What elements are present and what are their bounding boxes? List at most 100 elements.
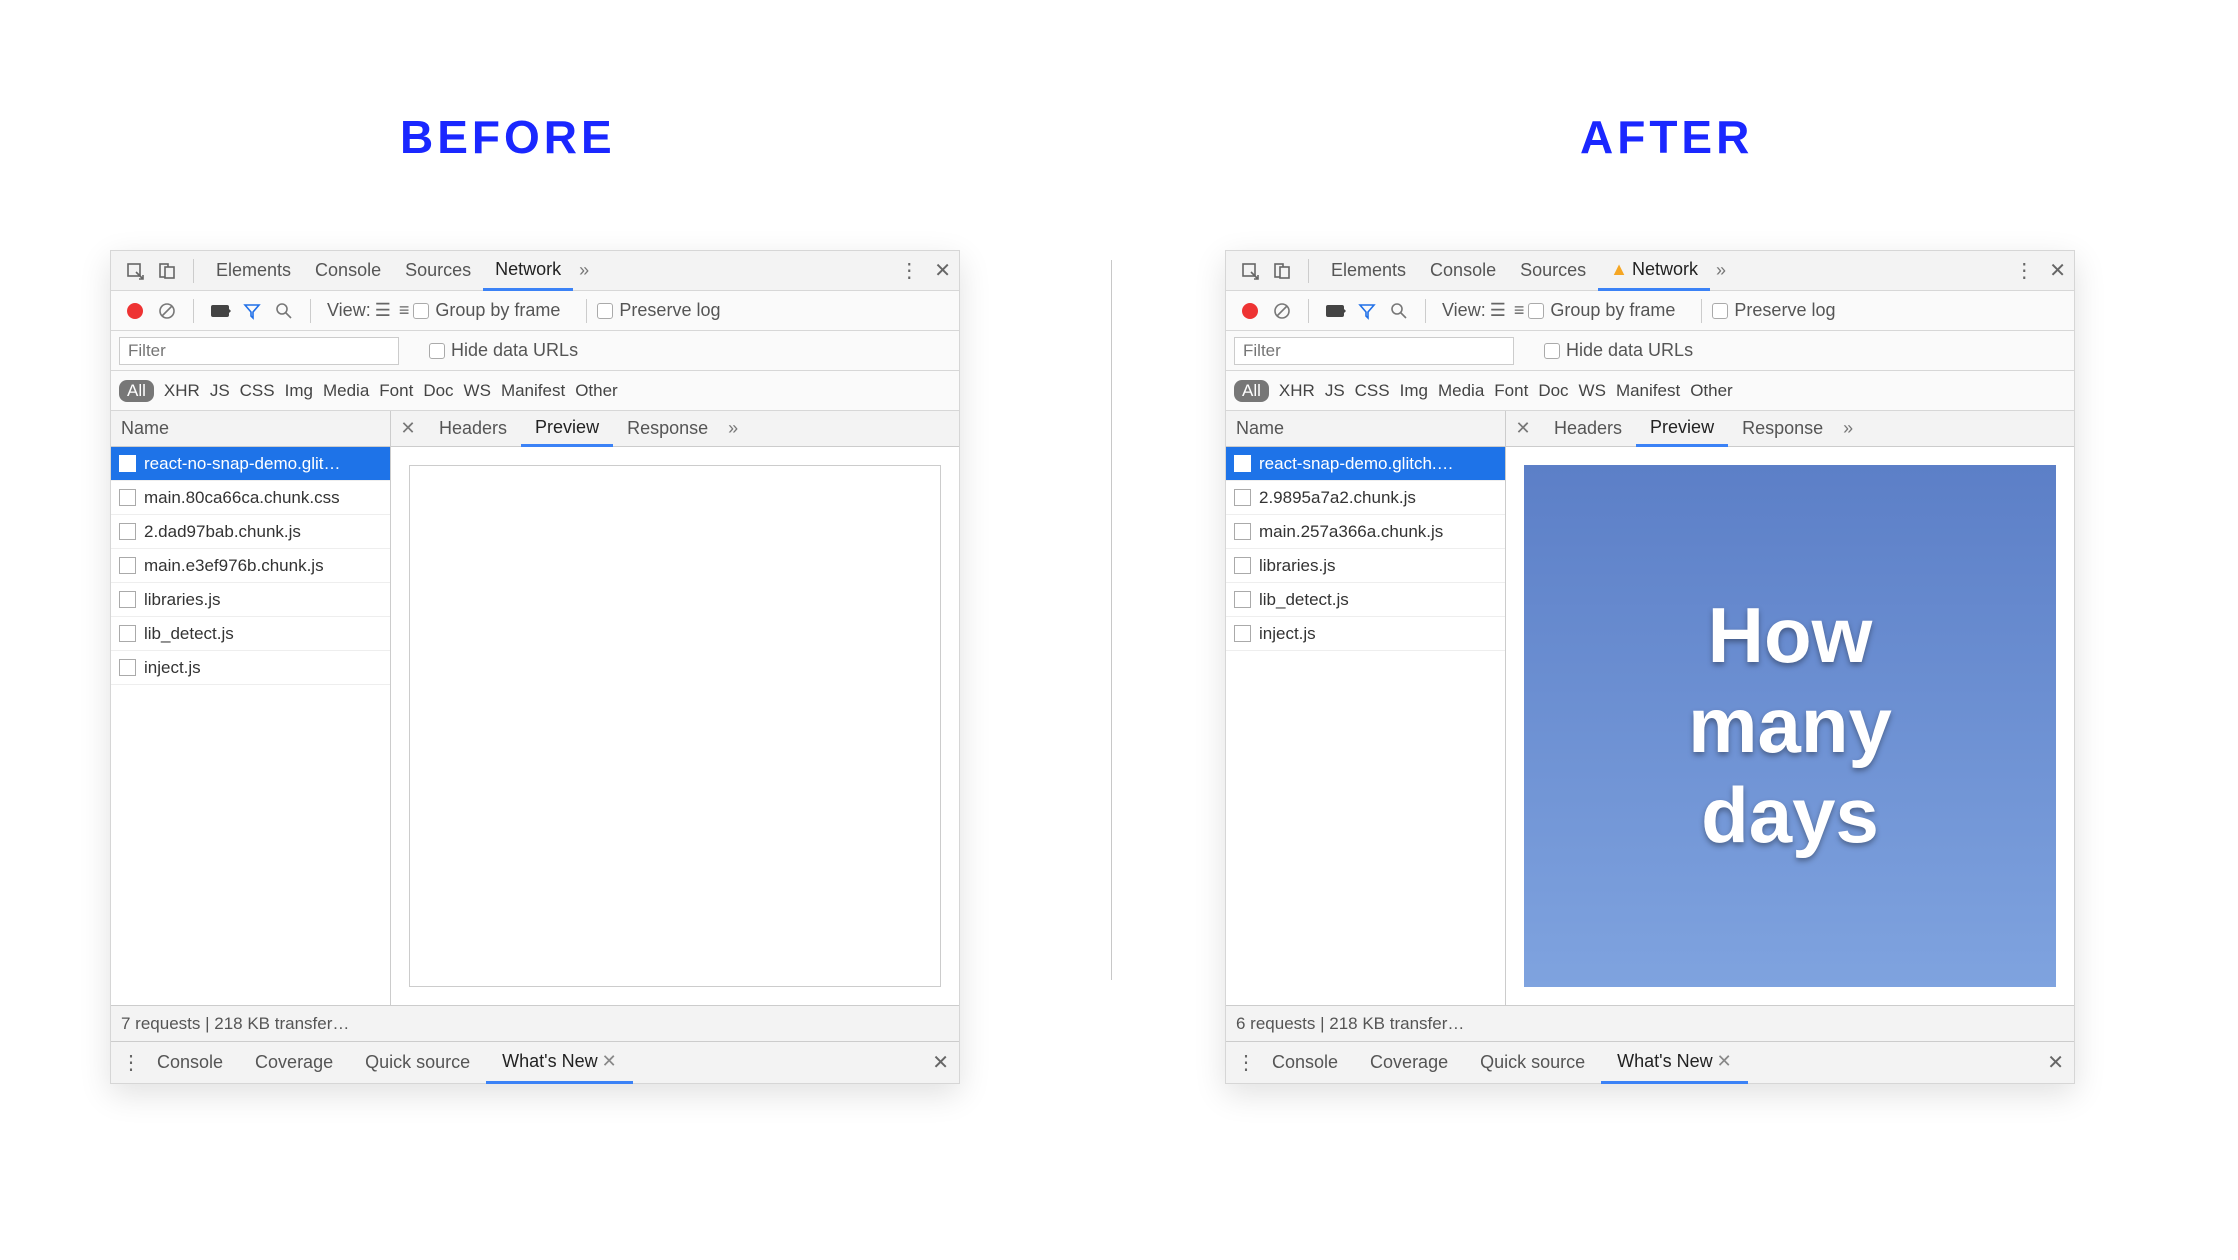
type-filter-ws[interactable]: WS <box>464 381 491 401</box>
tab-elements[interactable]: Elements <box>1319 251 1418 290</box>
device-toggle-icon[interactable] <box>154 258 180 284</box>
type-filter-ws[interactable]: WS <box>1579 381 1606 401</box>
preserve-log-option[interactable]: Preserve log <box>597 300 720 321</box>
request-row[interactable]: main.80ca66ca.chunk.css <box>111 481 390 515</box>
name-column-header[interactable]: Name <box>111 411 391 446</box>
type-filter-xhr[interactable]: XHR <box>164 381 200 401</box>
detail-tab-headers[interactable]: Headers <box>1540 411 1636 446</box>
kebab-menu-icon[interactable]: ⋮ <box>899 258 920 283</box>
more-tabs-icon[interactable]: » <box>1716 260 1726 281</box>
type-filter-doc[interactable]: Doc <box>1538 381 1568 401</box>
more-tabs-icon[interactable]: » <box>579 260 589 281</box>
device-toggle-icon[interactable] <box>1269 258 1295 284</box>
request-row[interactable]: libraries.js <box>1226 549 1505 583</box>
type-filter-other[interactable]: Other <box>1690 381 1733 401</box>
clear-icon[interactable] <box>1269 298 1295 324</box>
record-icon[interactable] <box>1237 298 1263 324</box>
filter-funnel-icon[interactable] <box>239 298 265 324</box>
kebab-menu-icon[interactable]: ⋮ <box>2014 258 2035 283</box>
type-filter-all[interactable]: All <box>1234 380 1269 402</box>
type-filter-other[interactable]: Other <box>575 381 618 401</box>
request-row[interactable]: 2.dad97bab.chunk.js <box>111 515 390 549</box>
request-row[interactable]: lib_detect.js <box>111 617 390 651</box>
type-filter-css[interactable]: CSS <box>1355 381 1390 401</box>
detail-tab-response[interactable]: Response <box>613 411 722 446</box>
tab-network[interactable]: ▲Network <box>1598 252 1710 291</box>
request-row[interactable]: main.257a366a.chunk.js <box>1226 515 1505 549</box>
search-icon[interactable] <box>271 298 297 324</box>
search-icon[interactable] <box>1386 298 1412 324</box>
drawer-menu-icon[interactable]: ⋮ <box>121 1050 141 1075</box>
close-tab-icon[interactable]: ✕ <box>602 1051 617 1072</box>
close-devtools-icon[interactable]: ✕ <box>934 258 951 283</box>
type-filter-js[interactable]: JS <box>1325 381 1345 401</box>
type-filter-js[interactable]: JS <box>210 381 230 401</box>
filter-funnel-icon[interactable] <box>1354 298 1380 324</box>
request-row[interactable]: inject.js <box>111 651 390 685</box>
request-row[interactable]: 2.9895a7a2.chunk.js <box>1226 481 1505 515</box>
filter-input[interactable] <box>119 337 399 365</box>
type-filter-img[interactable]: Img <box>1400 381 1428 401</box>
close-tab-icon[interactable]: ✕ <box>1717 1051 1732 1072</box>
close-drawer-icon[interactable]: ✕ <box>2047 1050 2064 1075</box>
camera-icon[interactable] <box>1322 298 1348 324</box>
tab-console[interactable]: Console <box>303 251 393 290</box>
drawer-tab-console[interactable]: Console <box>1256 1042 1354 1083</box>
drawer-tab-quick-source[interactable]: Quick source <box>1464 1042 1601 1083</box>
type-filter-media[interactable]: Media <box>323 381 369 401</box>
drawer-tab-coverage[interactable]: Coverage <box>1354 1042 1464 1083</box>
waterfall-icon[interactable]: ≡ <box>1514 300 1525 321</box>
detail-tab-headers[interactable]: Headers <box>425 411 521 446</box>
type-filter-media[interactable]: Media <box>1438 381 1484 401</box>
close-detail-icon[interactable]: ✕ <box>391 418 425 439</box>
tab-network[interactable]: Network <box>483 252 573 291</box>
request-row[interactable]: react-snap-demo.glitch.… <box>1226 447 1505 481</box>
more-detail-tabs-icon[interactable]: » <box>728 418 738 439</box>
type-filter-xhr[interactable]: XHR <box>1279 381 1315 401</box>
clear-icon[interactable] <box>154 298 180 324</box>
type-filter-doc[interactable]: Doc <box>423 381 453 401</box>
group-by-frame-option[interactable]: Group by frame <box>1528 300 1675 321</box>
inspect-icon[interactable] <box>122 258 148 284</box>
request-row[interactable]: react-no-snap-demo.glit… <box>111 447 390 481</box>
hide-data-urls-option[interactable]: Hide data URLs <box>429 340 578 361</box>
drawer-tab-coverage[interactable]: Coverage <box>239 1042 349 1083</box>
request-row[interactable]: libraries.js <box>111 583 390 617</box>
large-rows-icon[interactable]: ☰ <box>1490 300 1506 321</box>
drawer-tab-whats-new[interactable]: What's New ✕ <box>1601 1043 1748 1084</box>
drawer-tab-quick-source[interactable]: Quick source <box>349 1042 486 1083</box>
group-by-frame-option[interactable]: Group by frame <box>413 300 560 321</box>
more-detail-tabs-icon[interactable]: » <box>1843 418 1853 439</box>
drawer-menu-icon[interactable]: ⋮ <box>1236 1050 1256 1075</box>
hide-data-urls-option[interactable]: Hide data URLs <box>1544 340 1693 361</box>
filter-input[interactable] <box>1234 337 1514 365</box>
close-devtools-icon[interactable]: ✕ <box>2049 258 2066 283</box>
tab-sources[interactable]: Sources <box>393 251 483 290</box>
detail-tab-response[interactable]: Response <box>1728 411 1837 446</box>
preserve-log-option[interactable]: Preserve log <box>1712 300 1835 321</box>
drawer-tab-whats-new[interactable]: What's New ✕ <box>486 1043 633 1084</box>
type-filter-manifest[interactable]: Manifest <box>1616 381 1680 401</box>
detail-tab-preview[interactable]: Preview <box>521 412 613 447</box>
close-detail-icon[interactable]: ✕ <box>1506 418 1540 439</box>
waterfall-icon[interactable]: ≡ <box>399 300 410 321</box>
name-column-header[interactable]: Name <box>1226 411 1506 446</box>
close-drawer-icon[interactable]: ✕ <box>932 1050 949 1075</box>
camera-icon[interactable] <box>207 298 233 324</box>
inspect-icon[interactable] <box>1237 258 1263 284</box>
tab-sources[interactable]: Sources <box>1508 251 1598 290</box>
request-row[interactable]: lib_detect.js <box>1226 583 1505 617</box>
type-filter-font[interactable]: Font <box>1494 381 1528 401</box>
type-filter-img[interactable]: Img <box>285 381 313 401</box>
detail-tab-preview[interactable]: Preview <box>1636 412 1728 447</box>
request-row[interactable]: inject.js <box>1226 617 1505 651</box>
large-rows-icon[interactable]: ☰ <box>375 300 391 321</box>
type-filter-manifest[interactable]: Manifest <box>501 381 565 401</box>
type-filter-all[interactable]: All <box>119 380 154 402</box>
request-row[interactable]: main.e3ef976b.chunk.js <box>111 549 390 583</box>
drawer-tab-console[interactable]: Console <box>141 1042 239 1083</box>
tab-elements[interactable]: Elements <box>204 251 303 290</box>
tab-console[interactable]: Console <box>1418 251 1508 290</box>
type-filter-font[interactable]: Font <box>379 381 413 401</box>
record-icon[interactable] <box>122 298 148 324</box>
